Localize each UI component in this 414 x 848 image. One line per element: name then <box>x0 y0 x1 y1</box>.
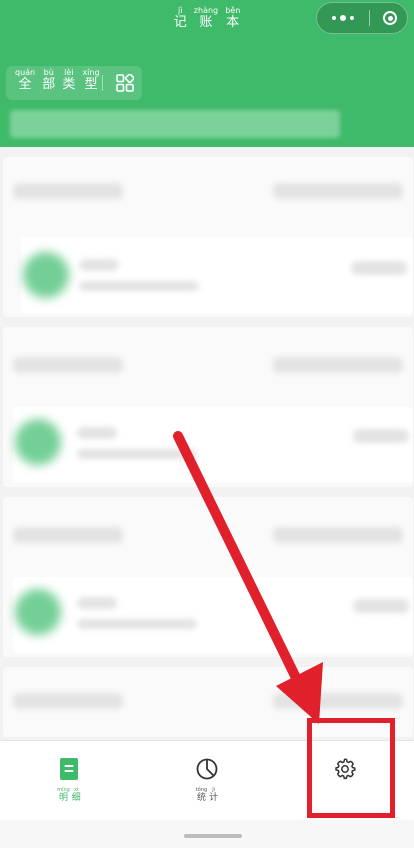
filter-char: lèi 类 <box>62 68 76 92</box>
title-char: jì 记 <box>173 6 187 30</box>
blurred-note <box>77 619 197 629</box>
record-item[interactable] <box>13 577 413 653</box>
blurred-total <box>273 183 403 199</box>
highlight-box <box>307 718 395 818</box>
type-filter[interactable]: quán 全 bù 部 lèi 类 xíng 型 <box>6 66 142 100</box>
blurred-date <box>13 183 123 199</box>
filter-divider <box>102 75 103 91</box>
tab-stats[interactable]: tǒng 统 jì 计 <box>138 741 276 821</box>
record-item[interactable] <box>21 237 413 313</box>
mini-program-capsule <box>316 2 408 34</box>
type-filter-label: quán 全 bù 部 lèi 类 xíng 型 <box>14 68 101 92</box>
app-header: jì 记 zhàng 账 běn 本 quán 全 bù 部 lèi 类 xíng 型 <box>0 0 414 147</box>
tab-details[interactable]: míng 明 xì 细 <box>0 741 138 821</box>
capsule-divider <box>369 10 370 26</box>
target-close-icon <box>383 11 397 25</box>
blurred-total <box>273 693 403 709</box>
blurred-total <box>273 527 403 543</box>
tab-char: jì 计 <box>209 787 219 803</box>
blurred-note <box>79 281 199 291</box>
blurred-date <box>13 693 123 709</box>
title-char: běn 本 <box>225 6 241 30</box>
blurred-total <box>273 357 403 373</box>
blurred-amount <box>351 261 407 275</box>
blurred-category <box>77 597 117 609</box>
record-group-card[interactable] <box>3 497 413 657</box>
title-char: zhàng 账 <box>193 6 219 30</box>
filter-char: xíng 型 <box>82 68 100 92</box>
document-icon <box>60 758 78 780</box>
filter-char: quán 全 <box>15 68 36 92</box>
blurred-summary <box>10 110 340 138</box>
filter-char: bù 部 <box>42 68 56 92</box>
blurred-date <box>13 357 123 373</box>
record-item[interactable] <box>13 407 413 483</box>
category-icon <box>15 419 61 465</box>
tab-char: míng 明 <box>57 787 70 803</box>
blurred-category <box>77 427 117 439</box>
record-group-card[interactable] <box>3 157 413 317</box>
tab-details-label: míng 明 xì 细 <box>56 787 82 803</box>
pie-chart-icon <box>196 758 218 780</box>
blurred-note <box>77 449 197 459</box>
blurred-date <box>13 527 123 543</box>
blurred-amount <box>353 429 409 443</box>
more-dots-icon-right <box>350 16 354 20</box>
record-group-card[interactable] <box>3 327 413 487</box>
tab-char: xì 细 <box>71 787 81 803</box>
blurred-amount <box>353 599 409 613</box>
tab-char: tǒng 统 <box>195 787 208 803</box>
more-dots-icon <box>332 16 336 20</box>
category-icon <box>23 252 69 298</box>
more-dots-icon-center <box>340 15 346 21</box>
grid-icon[interactable] <box>116 74 134 92</box>
home-indicator[interactable] <box>184 834 242 838</box>
tab-stats-label: tǒng 统 jì 计 <box>195 787 219 803</box>
blurred-category <box>79 259 119 271</box>
category-icon <box>15 589 61 635</box>
more-menu-button[interactable] <box>317 3 369 33</box>
close-mini-program-button[interactable] <box>373 3 407 33</box>
